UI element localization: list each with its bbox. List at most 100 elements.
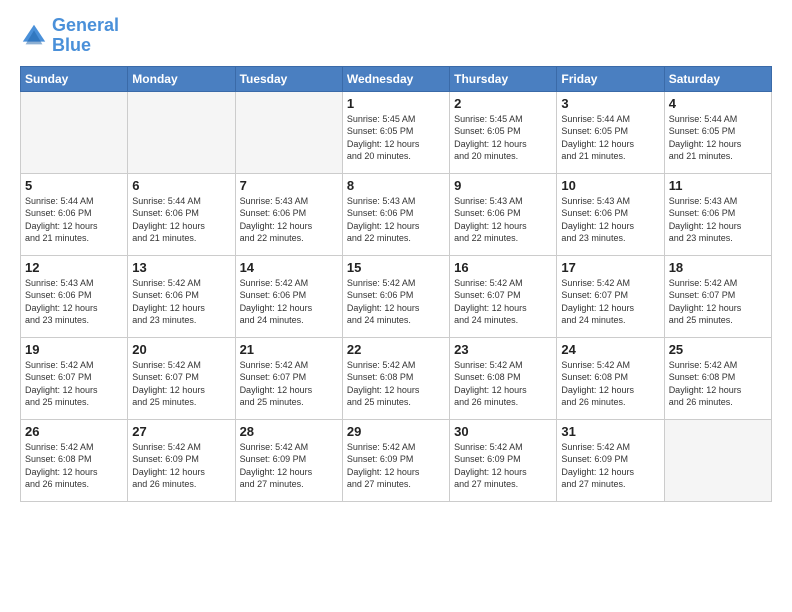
week-row-0: 1 Sunrise: 5:45 AM Sunset: 6:05 PM Daylig… (21, 91, 772, 173)
weekday-header-saturday: Saturday (664, 66, 771, 91)
day-info: Sunrise: 5:42 AM Sunset: 6:08 PM Dayligh… (561, 359, 659, 409)
calendar-cell: 23 Sunrise: 5:42 AM Sunset: 6:08 PM Dayli… (450, 337, 557, 419)
day-info: Sunrise: 5:42 AM Sunset: 6:07 PM Dayligh… (240, 359, 338, 409)
day-number: 29 (347, 424, 445, 439)
day-number: 31 (561, 424, 659, 439)
day-number: 26 (25, 424, 123, 439)
weekday-header-friday: Friday (557, 66, 664, 91)
day-info: Sunrise: 5:42 AM Sunset: 6:08 PM Dayligh… (25, 441, 123, 491)
week-row-3: 19 Sunrise: 5:42 AM Sunset: 6:07 PM Dayli… (21, 337, 772, 419)
calendar-cell: 15Sunrise: 5:42 AM Sunset: 6:06 PM Dayli… (342, 255, 449, 337)
day-info: Sunrise: 5:42 AM Sunset: 6:06 PM Dayligh… (347, 277, 445, 327)
day-info: Sunrise: 5:42 AM Sunset: 6:07 PM Dayligh… (25, 359, 123, 409)
weekday-header-wednesday: Wednesday (342, 66, 449, 91)
day-info: Sunrise: 5:43 AM Sunset: 6:06 PM Dayligh… (347, 195, 445, 245)
day-info: Sunrise: 5:44 AM Sunset: 6:05 PM Dayligh… (561, 113, 659, 163)
day-number: 12 (25, 260, 123, 275)
logo: General Blue (20, 16, 119, 56)
day-info: Sunrise: 5:44 AM Sunset: 6:06 PM Dayligh… (25, 195, 123, 245)
day-info: Sunrise: 5:42 AM Sunset: 6:08 PM Dayligh… (347, 359, 445, 409)
day-info: Sunrise: 5:43 AM Sunset: 6:06 PM Dayligh… (240, 195, 338, 245)
calendar-cell: 6Sunrise: 5:44 AM Sunset: 6:06 PM Daylig… (128, 173, 235, 255)
calendar-cell: 14 Sunrise: 5:42 AM Sunset: 6:06 PM Dayli… (235, 255, 342, 337)
day-number: 14 (240, 260, 338, 275)
day-number: 6 (132, 178, 230, 193)
calendar-cell: 4 Sunrise: 5:44 AM Sunset: 6:05 PM Daylig… (664, 91, 771, 173)
calendar-cell: 20 Sunrise: 5:42 AM Sunset: 6:07 PM Dayli… (128, 337, 235, 419)
day-info: Sunrise: 5:42 AM Sunset: 6:09 PM Dayligh… (132, 441, 230, 491)
day-number: 19 (25, 342, 123, 357)
day-number: 1 (347, 96, 445, 111)
weekday-header-thursday: Thursday (450, 66, 557, 91)
week-row-1: 5 Sunrise: 5:44 AM Sunset: 6:06 PM Daylig… (21, 173, 772, 255)
day-info: Sunrise: 5:45 AM Sunset: 6:05 PM Dayligh… (347, 113, 445, 163)
calendar-cell (664, 419, 771, 501)
day-number: 5 (25, 178, 123, 193)
day-info: Sunrise: 5:45 AM Sunset: 6:05 PM Dayligh… (454, 113, 552, 163)
calendar-cell (235, 91, 342, 173)
calendar-cell: 21 Sunrise: 5:42 AM Sunset: 6:07 PM Dayli… (235, 337, 342, 419)
calendar-cell (21, 91, 128, 173)
logo-text: General Blue (52, 16, 119, 56)
day-info: Sunrise: 5:42 AM Sunset: 6:06 PM Dayligh… (240, 277, 338, 327)
day-number: 30 (454, 424, 552, 439)
calendar-cell: 16 Sunrise: 5:42 AM Sunset: 6:07 PM Dayli… (450, 255, 557, 337)
day-number: 25 (669, 342, 767, 357)
day-number: 27 (132, 424, 230, 439)
weekday-header-sunday: Sunday (21, 66, 128, 91)
day-number: 22 (347, 342, 445, 357)
day-info: Sunrise: 5:42 AM Sunset: 6:09 PM Dayligh… (454, 441, 552, 491)
day-info: Sunrise: 5:42 AM Sunset: 6:09 PM Dayligh… (240, 441, 338, 491)
day-info: Sunrise: 5:44 AM Sunset: 6:05 PM Dayligh… (669, 113, 767, 163)
weekday-header-row: SundayMondayTuesdayWednesdayThursdayFrid… (21, 66, 772, 91)
calendar-cell (128, 91, 235, 173)
day-info: Sunrise: 5:43 AM Sunset: 6:06 PM Dayligh… (454, 195, 552, 245)
day-info: Sunrise: 5:42 AM Sunset: 6:09 PM Dayligh… (347, 441, 445, 491)
calendar-cell: 13Sunrise: 5:42 AM Sunset: 6:06 PM Dayli… (128, 255, 235, 337)
day-info: Sunrise: 5:42 AM Sunset: 6:07 PM Dayligh… (132, 359, 230, 409)
day-number: 11 (669, 178, 767, 193)
calendar: SundayMondayTuesdayWednesdayThursdayFrid… (20, 66, 772, 502)
day-info: Sunrise: 5:42 AM Sunset: 6:08 PM Dayligh… (669, 359, 767, 409)
calendar-cell: 7 Sunrise: 5:43 AM Sunset: 6:06 PM Daylig… (235, 173, 342, 255)
page: General Blue SundayMondayTuesdayWednesda… (0, 0, 792, 512)
calendar-cell: 9 Sunrise: 5:43 AM Sunset: 6:06 PM Daylig… (450, 173, 557, 255)
day-number: 8 (347, 178, 445, 193)
day-number: 23 (454, 342, 552, 357)
day-info: Sunrise: 5:43 AM Sunset: 6:06 PM Dayligh… (25, 277, 123, 327)
day-info: Sunrise: 5:42 AM Sunset: 6:07 PM Dayligh… (669, 277, 767, 327)
day-number: 4 (669, 96, 767, 111)
week-row-2: 12 Sunrise: 5:43 AM Sunset: 6:06 PM Dayli… (21, 255, 772, 337)
day-number: 28 (240, 424, 338, 439)
calendar-cell: 17 Sunrise: 5:42 AM Sunset: 6:07 PM Dayli… (557, 255, 664, 337)
calendar-cell: 5 Sunrise: 5:44 AM Sunset: 6:06 PM Daylig… (21, 173, 128, 255)
day-number: 3 (561, 96, 659, 111)
calendar-cell: 29 Sunrise: 5:42 AM Sunset: 6:09 PM Dayli… (342, 419, 449, 501)
day-info: Sunrise: 5:42 AM Sunset: 6:08 PM Dayligh… (454, 359, 552, 409)
calendar-cell: 12 Sunrise: 5:43 AM Sunset: 6:06 PM Dayli… (21, 255, 128, 337)
day-info: Sunrise: 5:42 AM Sunset: 6:07 PM Dayligh… (561, 277, 659, 327)
day-number: 17 (561, 260, 659, 275)
calendar-cell: 22 Sunrise: 5:42 AM Sunset: 6:08 PM Dayli… (342, 337, 449, 419)
day-info: Sunrise: 5:43 AM Sunset: 6:06 PM Dayligh… (561, 195, 659, 245)
day-number: 20 (132, 342, 230, 357)
day-info: Sunrise: 5:42 AM Sunset: 6:09 PM Dayligh… (561, 441, 659, 491)
calendar-cell: 1 Sunrise: 5:45 AM Sunset: 6:05 PM Daylig… (342, 91, 449, 173)
day-number: 9 (454, 178, 552, 193)
day-number: 21 (240, 342, 338, 357)
calendar-cell: 11Sunrise: 5:43 AM Sunset: 6:06 PM Dayli… (664, 173, 771, 255)
calendar-cell: 30 Sunrise: 5:42 AM Sunset: 6:09 PM Dayli… (450, 419, 557, 501)
week-row-4: 26 Sunrise: 5:42 AM Sunset: 6:08 PM Dayli… (21, 419, 772, 501)
day-number: 7 (240, 178, 338, 193)
calendar-cell: 28 Sunrise: 5:42 AM Sunset: 6:09 PM Dayli… (235, 419, 342, 501)
day-number: 24 (561, 342, 659, 357)
calendar-cell: 31 Sunrise: 5:42 AM Sunset: 6:09 PM Dayli… (557, 419, 664, 501)
day-info: Sunrise: 5:42 AM Sunset: 6:07 PM Dayligh… (454, 277, 552, 327)
header: General Blue (20, 16, 772, 56)
day-number: 16 (454, 260, 552, 275)
calendar-cell: 8 Sunrise: 5:43 AM Sunset: 6:06 PM Daylig… (342, 173, 449, 255)
weekday-header-tuesday: Tuesday (235, 66, 342, 91)
day-number: 13 (132, 260, 230, 275)
calendar-cell: 27 Sunrise: 5:42 AM Sunset: 6:09 PM Dayli… (128, 419, 235, 501)
day-number: 10 (561, 178, 659, 193)
